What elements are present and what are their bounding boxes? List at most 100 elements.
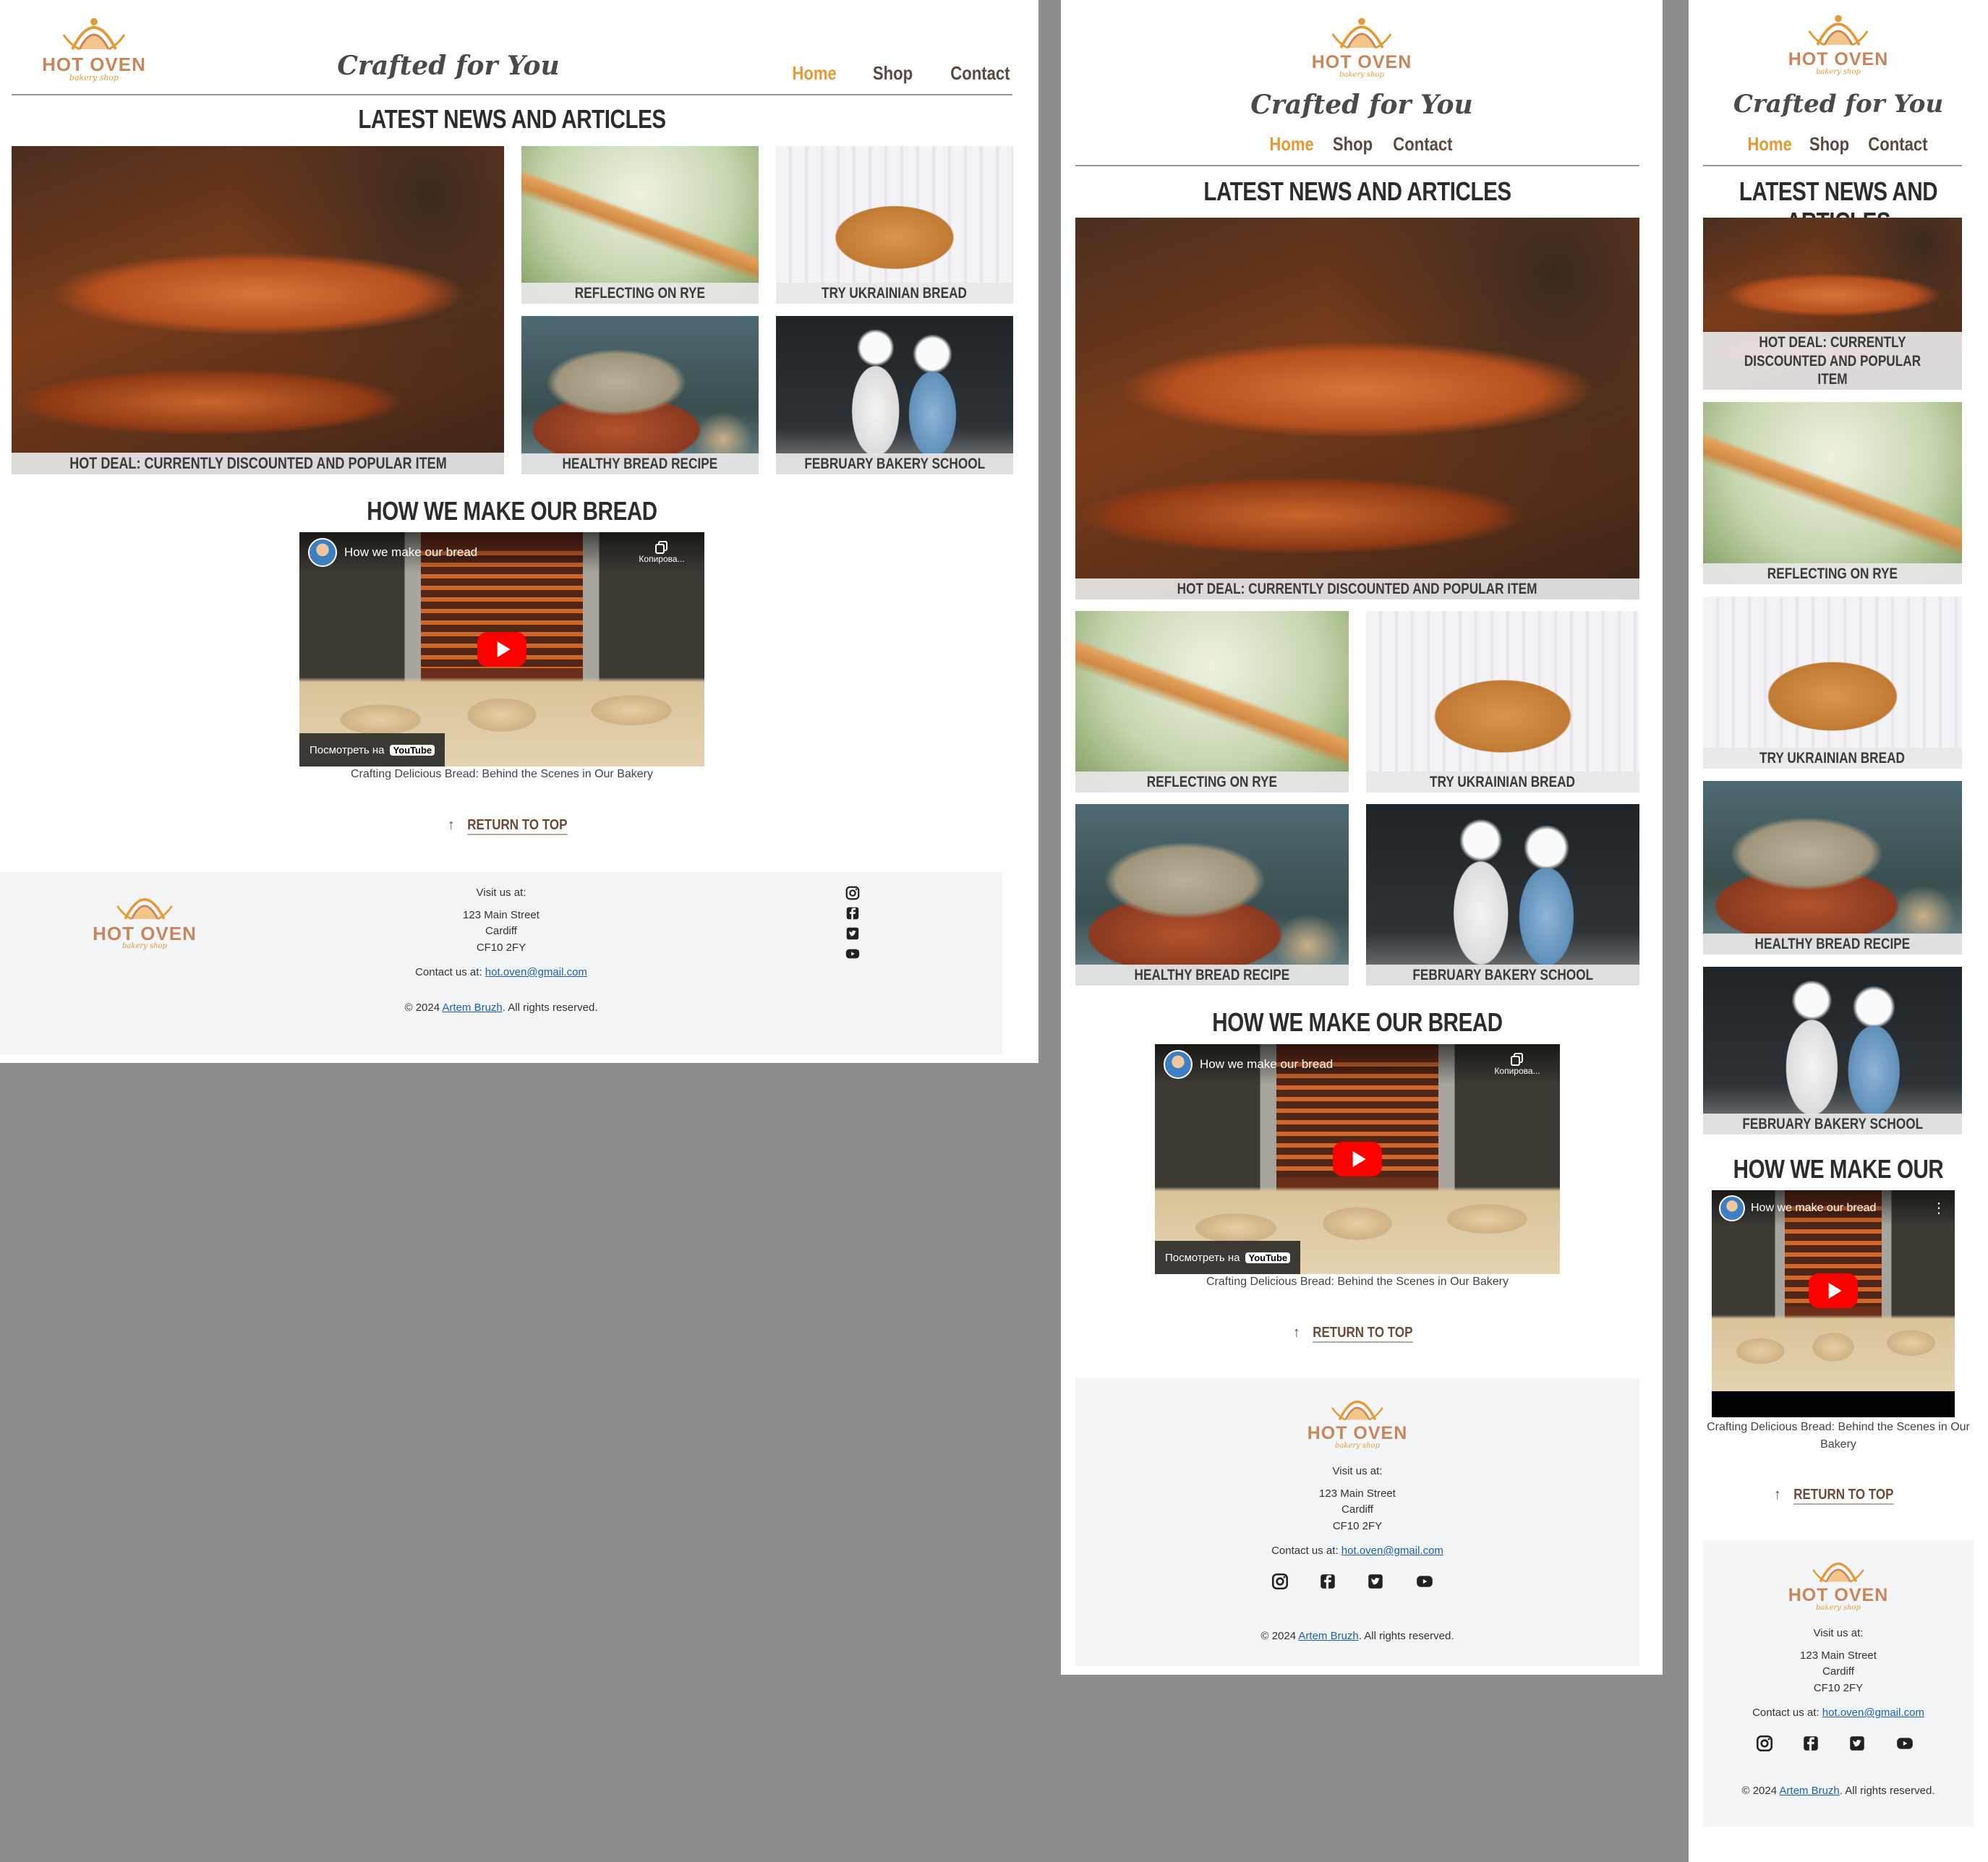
tablet-view: HOT OVEN bakery shop Crafted for You Hom…: [1061, 0, 1663, 1675]
brand-logo[interactable]: HOT OVEN bakery shop: [1780, 10, 1896, 76]
footer-logo[interactable]: HOT OVEN bakery shop: [1780, 1552, 1896, 1612]
contact-prefix: Contact us at:: [1271, 1545, 1339, 1557]
news-card-rye[interactable]: REFLECTING ON RYE: [1075, 611, 1349, 793]
twitter-icon[interactable]: [1848, 1734, 1867, 1753]
news-heading: Latest News and Articles: [1203, 176, 1511, 206]
instagram-icon[interactable]: [843, 885, 862, 901]
twitter-icon[interactable]: [843, 926, 862, 941]
copy-link-button[interactable]: Копирова...: [1485, 1053, 1550, 1076]
video-player[interactable]: How we make our bread ⋮: [1712, 1190, 1955, 1417]
footer-address: Visit us at: 123 Main Street Cardiff CF1…: [1703, 1626, 1974, 1722]
brand-name: HOT OVEN: [42, 54, 146, 75]
social-links: [1755, 1734, 1916, 1753]
contact-line: Contact us at: hot.oven@gmail.com: [1213, 1543, 1502, 1560]
email-link[interactable]: hot.oven@gmail.com: [1822, 1707, 1924, 1719]
youtube-icon[interactable]: [1894, 1734, 1916, 1753]
news-card-hot-deal[interactable]: HOT DEAL: CURRENTLY DISCOUNTED AND POPUL…: [12, 146, 504, 474]
news-caption: TRY UKRAINIAN BREAD: [776, 282, 1013, 304]
facebook-icon[interactable]: [1318, 1572, 1337, 1591]
news-card-hot-deal[interactable]: HOT DEAL: CURRENTLY DISCOUNTED AND POPUL…: [1075, 218, 1639, 599]
return-to-top-link[interactable]: ↑ RETURN TO TOP: [12, 817, 1012, 835]
news-card-ukrainian[interactable]: TRY UKRAINIAN BREAD: [776, 146, 1013, 304]
footer-logo[interactable]: HOT OVEN bakery shop: [1300, 1390, 1415, 1450]
email-link[interactable]: hot.oven@gmail.com: [1341, 1545, 1443, 1557]
site-footer: HOT OVEN bakery shop Visit us at: 123 Ma…: [0, 872, 1002, 1054]
copy-link-button[interactable]: Копирова...: [629, 541, 694, 564]
brand-sub: bakery shop: [1335, 1442, 1380, 1450]
nav-contact[interactable]: Contact: [951, 62, 1010, 85]
nav-contact[interactable]: Contact: [1868, 133, 1927, 155]
brand-logo[interactable]: HOT OVEN bakery shop: [36, 13, 152, 82]
youtube-icon[interactable]: [843, 946, 862, 962]
main-nav: Home Shop Contact: [1703, 133, 1974, 155]
video-player[interactable]: How we make our bread Копирова... Посмот…: [299, 532, 704, 766]
brand-name: HOT OVEN: [1307, 1423, 1408, 1443]
video-letterbox: [1712, 1391, 1955, 1417]
facebook-icon[interactable]: [1801, 1734, 1820, 1753]
news-card-rye[interactable]: REFLECTING ON RYE: [521, 146, 759, 304]
news-card-healthy[interactable]: HEALTHY BREAD RECIPE: [521, 316, 759, 474]
footer-logo[interactable]: HOT OVEN bakery shop: [87, 887, 202, 950]
return-to-top-link[interactable]: ↑ RETURN TO TOP: [1075, 1325, 1639, 1343]
nav-home[interactable]: Home: [1747, 133, 1791, 155]
nav-shop[interactable]: Shop: [1333, 133, 1373, 155]
postcode: CF10 2FY: [1813, 1681, 1864, 1694]
news-caption: HOT DEAL: CURRENTLY DISCOUNTED AND POPUL…: [1703, 332, 1962, 390]
channel-avatar: [308, 538, 337, 567]
youtube-icon[interactable]: [1414, 1572, 1435, 1591]
nav-home[interactable]: Home: [792, 62, 836, 85]
site-footer: HOT OVEN bakery shop Visit us at: 123 Ma…: [1703, 1540, 1974, 1827]
play-button[interactable]: [1333, 1142, 1382, 1176]
visit-label: Visit us at:: [476, 887, 526, 899]
copyright: © 2024 Artem Bruzh. All rights reserved.: [1703, 1783, 1974, 1800]
author-link[interactable]: Artem Bruzh: [1779, 1785, 1839, 1797]
video-caption: Crafting Delicious Bread: Behind the Sce…: [351, 768, 653, 780]
copyright-suffix: . All rights reserved.: [1358, 1630, 1454, 1642]
email-link[interactable]: hot.oven@gmail.com: [485, 966, 587, 978]
nav-home[interactable]: Home: [1269, 133, 1313, 155]
news-card-ukrainian[interactable]: TRY UKRAINIAN BREAD: [1703, 597, 1962, 769]
instagram-icon[interactable]: [1271, 1572, 1289, 1591]
copyright-prefix: © 2024: [404, 1001, 440, 1014]
news-caption: FEBRUARY BAKERY SCHOOL: [1366, 964, 1639, 986]
facebook-icon[interactable]: [843, 905, 862, 921]
news-card-school[interactable]: FEBRUARY BAKERY SCHOOL: [1703, 967, 1962, 1135]
more-options-icon[interactable]: ⋮: [1932, 1199, 1946, 1217]
nav-shop[interactable]: Shop: [1809, 133, 1849, 155]
brand-logo[interactable]: HOT OVEN bakery shop: [1304, 13, 1420, 79]
news-card-ukrainian[interactable]: TRY UKRAINIAN BREAD: [1366, 611, 1639, 793]
oven-logo-icon: [116, 898, 173, 921]
oven-logo-icon: [1331, 1400, 1383, 1421]
video-title: How we make our bread: [344, 545, 478, 559]
copy-icon: [655, 541, 667, 554]
play-button[interactable]: [477, 632, 526, 667]
news-card-healthy[interactable]: HEALTHY BREAD RECIPE: [1075, 804, 1349, 986]
nav-contact[interactable]: Contact: [1393, 133, 1452, 155]
play-button[interactable]: [1809, 1273, 1858, 1308]
news-card-hot-deal[interactable]: HOT DEAL: CURRENTLY DISCOUNTED AND POPUL…: [1703, 218, 1962, 390]
author-link[interactable]: Artem Bruzh: [1298, 1630, 1358, 1642]
watch-on-youtube[interactable]: Посмотреть на YouTube: [1155, 1241, 1301, 1274]
news-card-rye[interactable]: REFLECTING ON RYE: [1703, 402, 1962, 584]
instagram-icon[interactable]: [1755, 1734, 1774, 1753]
news-card-school[interactable]: FEBRUARY BAKERY SCHOOL: [776, 316, 1013, 474]
visit-label: Visit us at:: [1332, 1465, 1383, 1477]
visit-label: Visit us at:: [1813, 1627, 1864, 1639]
news-caption: TRY UKRAINIAN BREAD: [1703, 747, 1962, 769]
nav-shop[interactable]: Shop: [873, 62, 913, 85]
copyright-prefix: © 2024: [1260, 1630, 1297, 1642]
channel-avatar: [1719, 1195, 1745, 1221]
news-card-school[interactable]: FEBRUARY BAKERY SCHOOL: [1366, 804, 1639, 986]
arrow-up-icon: ↑: [447, 817, 459, 833]
ukrainian-bread-image: [1366, 611, 1639, 793]
twitter-icon[interactable]: [1366, 1572, 1385, 1591]
return-to-top-link[interactable]: ↑ RETURN TO TOP: [1703, 1487, 1974, 1505]
video-player[interactable]: How we make our bread Копирова... Посмот…: [1155, 1044, 1560, 1274]
header-divider: [12, 94, 1012, 95]
author-link[interactable]: Artem Bruzh: [442, 1002, 502, 1014]
desktop-view: HOT OVEN bakery shop Crafted for You Hom…: [0, 0, 1038, 1063]
watch-on-youtube[interactable]: Посмотреть на YouTube: [299, 733, 445, 766]
news-card-healthy[interactable]: HEALTHY BREAD RECIPE: [1703, 781, 1962, 955]
oven-logo-icon: [62, 18, 126, 51]
bakery-school-image: [1366, 804, 1639, 986]
